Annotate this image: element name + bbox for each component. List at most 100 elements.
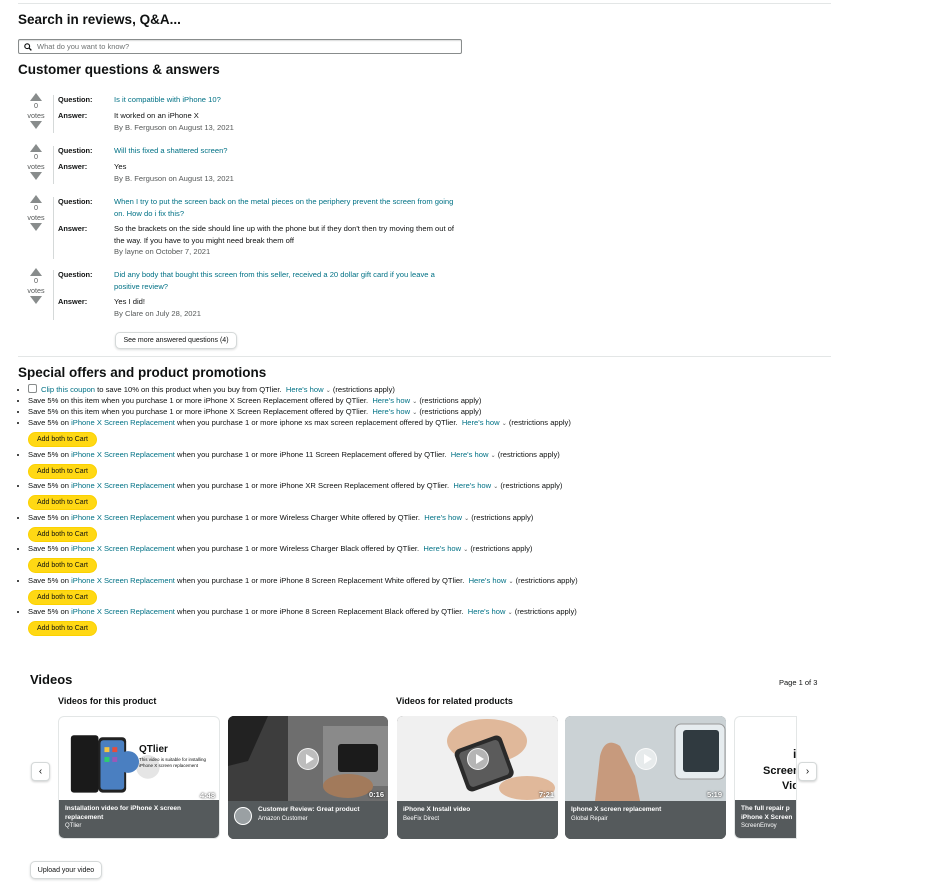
video-duration: 5:19 <box>706 790 722 799</box>
downvote-icon[interactable] <box>30 172 42 180</box>
heres-how-link[interactable]: Here's how <box>286 385 324 394</box>
clip-coupon-link[interactable]: Clip this coupon <box>41 385 95 394</box>
downvote-icon[interactable] <box>30 223 42 231</box>
promo-text: Save 5% on <box>28 449 72 459</box>
promo-text: Save 5% on this item when you purchase 1… <box>28 407 369 416</box>
carousel-prev-button[interactable]: ‹ <box>31 762 50 781</box>
thumb-text: Vid <box>782 780 796 792</box>
search-input[interactable]: What do you want to know? <box>18 39 462 54</box>
upvote-icon[interactable] <box>30 144 42 152</box>
downvote-icon[interactable] <box>30 296 42 304</box>
add-both-to-cart-button[interactable]: Add both to Cart <box>28 589 97 605</box>
product-link[interactable]: iPhone X Screen Replacement <box>71 607 175 616</box>
heres-how-link[interactable]: Here's how <box>451 450 489 459</box>
carousel-next-button[interactable]: › <box>798 762 817 781</box>
upvote-icon[interactable] <box>30 195 42 203</box>
votes-label: votes <box>27 162 45 171</box>
question-link[interactable]: Will this fixed a shattered screen? <box>114 145 459 157</box>
thumb-brand-text: QTlier <box>139 744 168 755</box>
answer-body: Yes <box>114 162 127 171</box>
video-card[interactable]: 5:19 Iphone X screen replacement Global … <box>565 716 726 839</box>
play-icon[interactable] <box>634 748 657 770</box>
product-link[interactable]: iPhone X Screen Replacement <box>71 513 175 522</box>
product-link[interactable]: iPhone X Screen Replacement <box>71 450 175 459</box>
upvote-icon[interactable] <box>30 93 42 101</box>
chevron-right-icon: › <box>805 766 810 777</box>
vote-count: 0 <box>34 101 38 110</box>
play-icon[interactable] <box>466 748 489 770</box>
downvote-icon[interactable] <box>30 121 42 129</box>
upload-video-button[interactable]: Upload your video <box>30 861 102 879</box>
videos-this-product-heading: Videos for this product <box>58 696 157 706</box>
add-both-to-cart-button[interactable]: Add both to Cart <box>28 621 97 636</box>
answer-byline: By Clare on July 28, 2021 <box>114 308 201 318</box>
add-both-to-cart-button[interactable]: Add both to Cart <box>28 432 97 447</box>
video-caption: Installation video for iPhone X screen r… <box>59 800 219 838</box>
vote-widget: 0 votes <box>24 268 48 304</box>
heres-how-link[interactable]: Here's how <box>453 481 491 490</box>
promo-text: Save 5% on <box>28 575 72 585</box>
restrictions-text: (restrictions apply) <box>500 481 563 490</box>
promo-text: Save 5% on <box>28 607 72 616</box>
see-more-questions-button[interactable]: See more answered questions (4) <box>115 332 237 349</box>
promos-heading: Special offers and product promotions <box>18 365 267 380</box>
promo-item: Save 5% on iPhone X Screen Replacement w… <box>28 449 828 481</box>
videos-heading: Videos <box>30 672 73 687</box>
promo-text: when you purchase 1 or more iPhone 8 Scr… <box>174 607 464 616</box>
product-link[interactable]: iPhone X Screen Replacement <box>71 418 175 427</box>
product-link[interactable]: iPhone X Screen Replacement <box>71 576 175 585</box>
restrictions-text: (restrictions apply) <box>514 607 577 616</box>
video-card[interactable]: 0:16 Customer Review: Great product Amaz… <box>228 716 388 839</box>
qa-divider-line <box>53 197 54 259</box>
add-both-to-cart-button[interactable]: Add both to Cart <box>28 558 97 573</box>
question-label: Question: <box>58 95 93 104</box>
restrictions-text: (restrictions apply) <box>515 575 578 585</box>
promo-item: Save 5% on iPhone X Screen Replacement w… <box>28 543 828 575</box>
question-label: Question: <box>58 146 93 155</box>
chevron-down-icon: ⌄ <box>507 610 513 616</box>
video-card[interactable]: 7:21 iPhone X Install video BeeFix Direc… <box>397 716 558 839</box>
heres-how-link[interactable]: Here's how <box>424 513 462 522</box>
heres-how-link[interactable]: Here's how <box>372 407 410 416</box>
heres-how-link[interactable]: Here's how <box>468 607 506 616</box>
question-link[interactable]: Is it compatible with iPhone 10? <box>114 94 459 106</box>
upvote-icon[interactable] <box>30 268 42 276</box>
heres-how-link[interactable]: Here's how <box>462 418 500 427</box>
answer-label: Answer: <box>58 162 88 171</box>
product-link[interactable]: iPhone X Screen Replacement <box>71 544 175 553</box>
add-both-to-cart-button[interactable]: Add both to Cart <box>28 526 97 542</box>
chevron-down-icon: ⌄ <box>490 452 496 459</box>
add-both-to-cart-button[interactable]: Add both to Cart <box>28 495 97 510</box>
play-icon[interactable] <box>297 748 319 770</box>
restrictions-text: (restrictions apply) <box>470 544 533 553</box>
search-placeholder: What do you want to know? <box>37 42 130 51</box>
restrictions-text: (restrictions apply) <box>419 407 482 416</box>
promo-list: Clip this coupon to save 10% on this pro… <box>28 384 828 638</box>
product-link[interactable]: iPhone X Screen Replacement <box>71 481 175 490</box>
video-author: Amazon Customer <box>258 815 308 822</box>
promo-item: Save 5% on iPhone X Screen Replacement w… <box>28 480 828 512</box>
video-card[interactable]: i Screen Vid The full repair p iPhone X … <box>734 716 797 839</box>
restrictions-text: (restrictions apply) <box>471 512 534 522</box>
restrictions-text: (restrictions apply) <box>419 396 482 405</box>
video-duration: 7:21 <box>538 790 554 799</box>
answer-byline: By B. Ferguson on August 13, 2021 <box>114 173 234 183</box>
chevron-down-icon: ⌄ <box>464 515 470 522</box>
video-card[interactable]: QTlier This video is suitable for instal… <box>58 716 220 839</box>
votes-label: votes <box>27 111 45 120</box>
answer-text: Yes I did! By Clare on July 28, 2021 <box>114 296 459 319</box>
add-both-to-cart-button[interactable]: Add both to Cart <box>28 463 97 479</box>
thumb-caption-text: This video is suitable for installing iP… <box>139 757 207 768</box>
promo-text: when you purchase 1 or more iPhone 8 Scr… <box>174 575 465 585</box>
thumb-text: i <box>793 747 797 761</box>
question-link[interactable]: When I try to put the screen back on the… <box>114 196 459 219</box>
heres-how-link[interactable]: Here's how <box>372 396 410 405</box>
video-caption: Iphone X screen replacement Global Repai… <box>565 801 726 839</box>
answer-byline: By layne on October 7, 2021 <box>114 247 211 256</box>
question-link[interactable]: Did any body that bought this screen fro… <box>114 269 459 292</box>
coupon-checkbox[interactable] <box>28 384 37 393</box>
qa-heading: Customer questions & answers <box>18 62 220 77</box>
vote-widget: 0 votes <box>24 144 48 180</box>
heres-how-link[interactable]: Here's how <box>469 576 507 585</box>
heres-how-link[interactable]: Here's how <box>423 544 461 553</box>
